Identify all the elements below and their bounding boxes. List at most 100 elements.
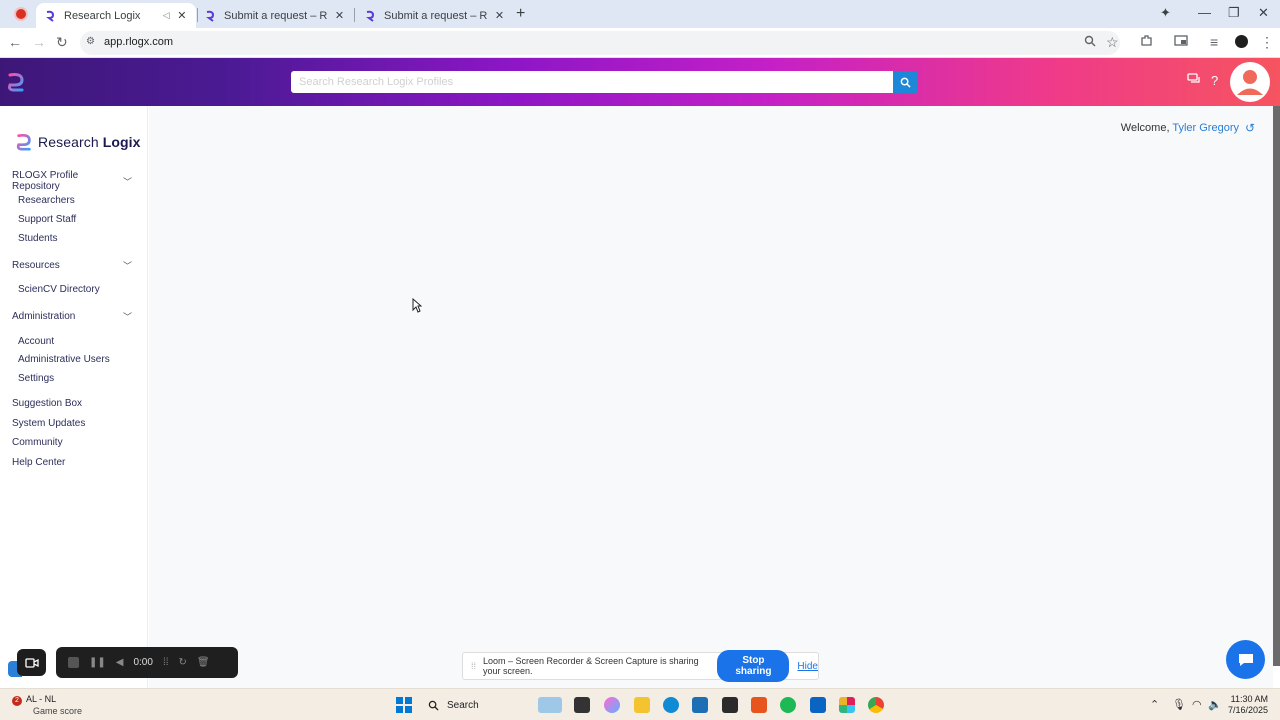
loom-delete-icon[interactable]: 🗑 <box>197 657 210 668</box>
messages-icon[interactable] <box>1187 73 1201 89</box>
new-tab-icon[interactable]: + <box>516 5 525 23</box>
loom-camera-button[interactable] <box>17 649 46 676</box>
zoom-icon[interactable] <box>1084 34 1096 50</box>
tab-audio-icon[interactable]: ◁ <box>163 10 170 21</box>
sidebar-item-support-staff[interactable]: Support Staff <box>18 214 76 225</box>
spotify-icon[interactable] <box>780 697 796 713</box>
back-icon[interactable]: ← <box>8 34 22 50</box>
clock-time: 11:30 AM <box>1230 694 1268 704</box>
close-window-icon[interactable]: ✕ <box>1258 5 1269 21</box>
switch-account-icon[interactable]: ↺ <box>1245 121 1255 135</box>
tab-submit-request-2[interactable]: Submit a request – Research Lo ✕ <box>356 3 514 28</box>
sidebar-item-sciencv-directory[interactable]: ScienCV Directory <box>18 284 100 295</box>
site-info-icon[interactable]: ⚙ <box>86 36 95 47</box>
terminal-icon[interactable] <box>722 697 738 713</box>
slack-icon[interactable] <box>839 697 855 713</box>
profile-search-input[interactable] <box>291 71 893 93</box>
brand-logo[interactable]: Research Logix <box>15 131 141 153</box>
more-menu-icon[interactable]: ⋮ <box>1260 34 1274 51</box>
drag-handle-icon[interactable]: ⁞⁞ <box>471 661 476 671</box>
sidebar-item-help-center[interactable]: Help Center <box>12 457 65 468</box>
restore-icon[interactable]: ❐ <box>1228 5 1240 21</box>
system-clock[interactable]: 11:30 AM 7/16/2025 <box>1226 694 1268 716</box>
hide-link[interactable]: Hide <box>797 661 818 672</box>
outlook-icon[interactable] <box>810 697 826 713</box>
task-view-icon[interactable] <box>574 697 590 713</box>
sidebar-section-profile-repository[interactable]: RLOGX Profile Repository ﹀ <box>12 170 132 192</box>
gemini-sparkle-icon[interactable]: ✦ <box>1160 5 1171 21</box>
extensions-icon[interactable] <box>1140 34 1153 50</box>
mouse-cursor-icon <box>412 297 423 316</box>
profile-avatar-icon[interactable] <box>1235 35 1248 48</box>
forward-icon[interactable]: → <box>32 34 46 50</box>
app-header <box>0 58 1280 106</box>
user-avatar[interactable] <box>1230 62 1270 102</box>
loom-stop-icon[interactable] <box>68 657 79 668</box>
user-avatar-icon <box>1237 70 1263 95</box>
search-button[interactable] <box>893 71 918 93</box>
widgets-button[interactable]: 2 AL - NL Game score <box>12 694 82 717</box>
user-name-link[interactable]: Tyler Gregory <box>1172 122 1239 134</box>
sidebar-item-students[interactable]: Students <box>18 233 57 244</box>
chevron-down-icon: ﹀ <box>122 176 132 187</box>
research-logix-logo-icon[interactable] <box>6 71 26 93</box>
sidebar-item-settings[interactable]: Settings <box>18 373 54 384</box>
section-label: RLOGX Profile Repository <box>12 170 79 192</box>
tab-research-logix[interactable]: Research Logix ◁ ✕ <box>36 3 196 28</box>
bookmark-star-icon[interactable]: ☆ <box>1106 34 1119 51</box>
welcome-prefix: Welcome, <box>1120 122 1170 134</box>
chevron-down-icon: ﹀ <box>122 261 132 271</box>
tab-submit-request-1[interactable]: Submit a request – Research Lo ✕ <box>196 3 354 28</box>
loom-restart-icon[interactable]: ↻ <box>179 657 187 668</box>
loom-pause-icon[interactable]: ❚❚ <box>89 657 106 668</box>
wifi-icon[interactable]: ◠ <box>1192 698 1202 711</box>
sidebar-item-researchers[interactable]: Researchers <box>18 195 75 206</box>
copilot-icon[interactable] <box>604 697 620 713</box>
section-label: Resources <box>12 260 60 271</box>
loom-volume-icon[interactable]: ◀ <box>116 657 124 668</box>
help-icon[interactable]: ? <box>1211 73 1218 88</box>
minimize-icon[interactable]: — <box>1198 5 1211 20</box>
media-control-icon[interactable]: ≡ <box>1210 34 1218 50</box>
tab-close-icon[interactable]: ✕ <box>333 9 346 22</box>
search-icon <box>900 77 911 88</box>
microphone-icon[interactable]: 🎙 <box>1172 698 1186 711</box>
reload-icon[interactable]: ↻ <box>56 34 68 51</box>
tab-close-icon[interactable]: ✕ <box>493 9 506 22</box>
app-icon[interactable] <box>751 697 767 713</box>
chat-support-button[interactable] <box>1226 640 1265 679</box>
tab-close-icon[interactable]: ✕ <box>176 9 188 22</box>
page-scrollbar[interactable] <box>1273 106 1280 666</box>
tab-title: Submit a request – Research Lo <box>384 9 487 22</box>
loom-recording-controls: ❚❚ ◀ 0:00 ⁞⁞ ↻ 🗑 <box>56 647 238 678</box>
notification-badge: 2 <box>12 696 22 706</box>
address-bar[interactable] <box>80 31 1120 55</box>
sidebar-section-resources[interactable]: Resources ﹀ <box>12 259 132 272</box>
research-logix-favicon-icon <box>364 10 376 22</box>
search-highlight-icon <box>538 697 562 713</box>
weather-subtitle: Game score <box>33 706 83 716</box>
cast-icon[interactable] <box>1174 34 1188 50</box>
stop-sharing-button[interactable]: Stop sharing <box>717 650 790 682</box>
chat-bubble-icon <box>1238 653 1253 666</box>
file-explorer-icon[interactable] <box>634 697 650 713</box>
sidebar-item-suggestion-box[interactable]: Suggestion Box <box>12 398 82 409</box>
windows-start-icon[interactable] <box>396 697 412 713</box>
research-logix-favicon-icon <box>44 10 56 22</box>
sidebar-section-administration[interactable]: Administration ﹀ <box>12 310 132 323</box>
loom-drag-icon[interactable]: ⁞⁞ <box>163 657 169 668</box>
store-icon[interactable] <box>692 697 708 713</box>
sidebar-item-community[interactable]: Community <box>12 437 63 448</box>
sidebar-item-administrative-users[interactable]: Administrative Users <box>18 354 110 365</box>
url-text[interactable]: app.rlogx.com <box>104 36 173 48</box>
tab-title: Research Logix <box>64 9 141 22</box>
tray-chevron-icon[interactable]: ⌃ <box>1150 698 1159 711</box>
volume-icon[interactable]: 🔈 <box>1208 698 1222 711</box>
sidebar-item-account[interactable]: Account <box>18 336 54 347</box>
browser-toolbar: ← → ↻ ⚙ app.rlogx.com ☆ ≡ ⋮ <box>0 28 1280 58</box>
edge-browser-icon[interactable] <box>663 697 679 713</box>
search-icon <box>428 700 439 711</box>
sidebar-item-system-updates[interactable]: System Updates <box>12 418 85 429</box>
chrome-icon[interactable] <box>868 697 884 713</box>
screen-share-notification: ⁞⁞ Loom – Screen Recorder & Screen Captu… <box>462 650 819 682</box>
